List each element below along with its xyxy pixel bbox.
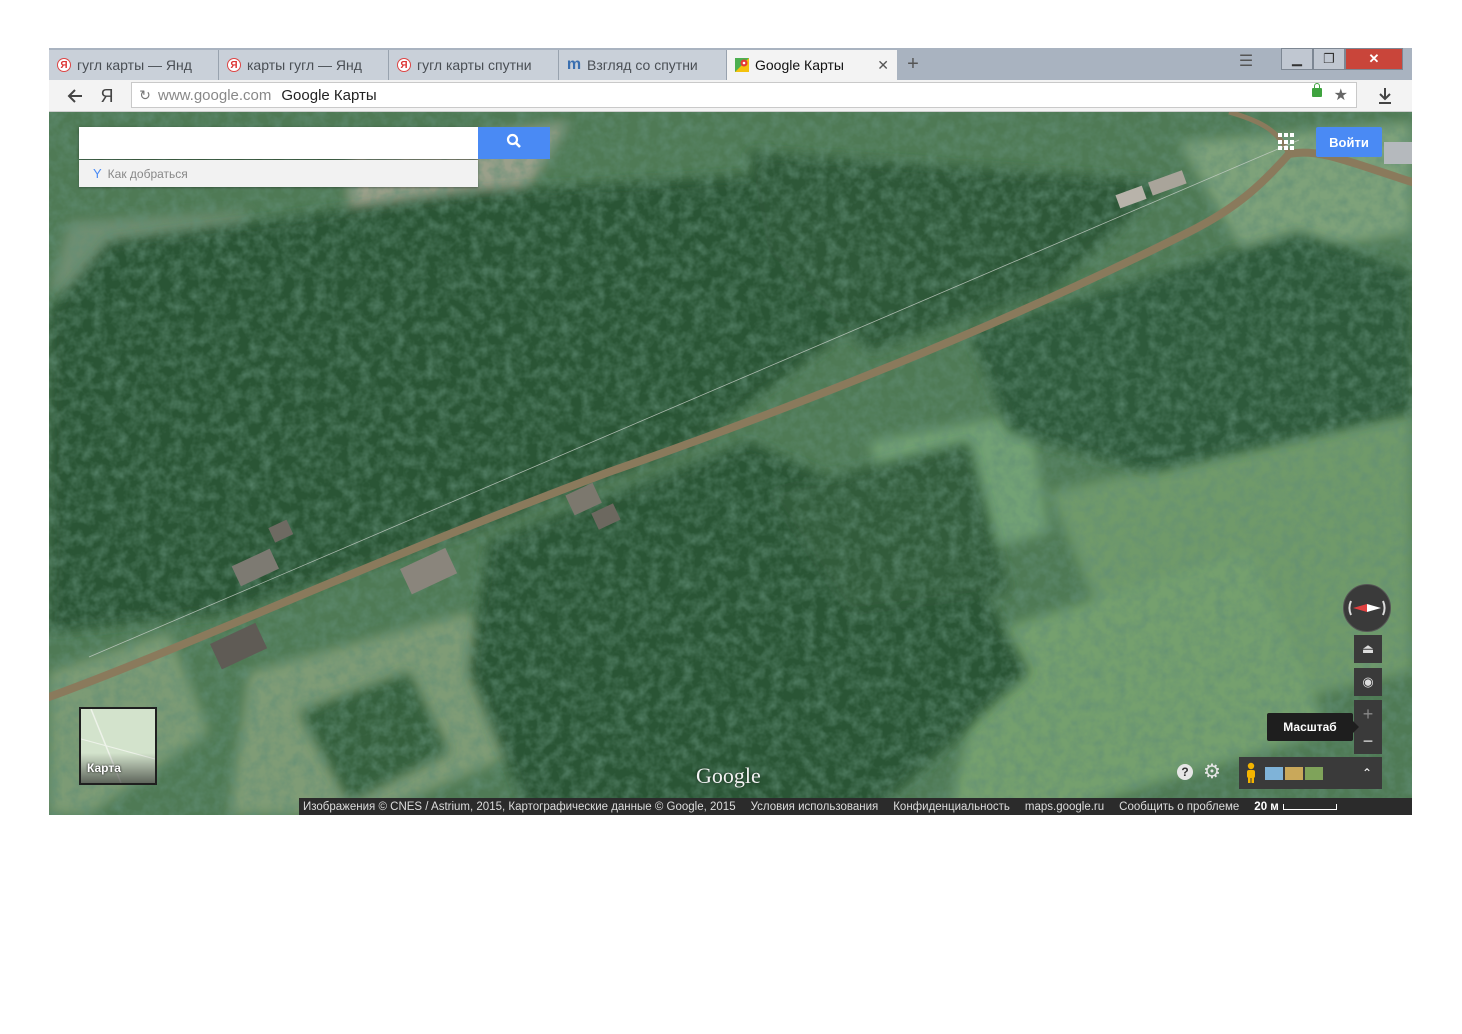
satellite-map[interactable]: Y Как добраться Войти ⏏ ◉ + − Масштаб ? … bbox=[49, 112, 1412, 815]
tab-title: гугл карты спутни bbox=[417, 57, 532, 73]
tab-title: Google Карты bbox=[755, 57, 844, 73]
report-problem-link[interactable]: Сообщить о проблеме bbox=[1119, 801, 1239, 813]
tab-yandex-search-2[interactable]: Я карты гугл — Янд bbox=[219, 50, 389, 80]
expand-up-icon[interactable]: ⌃ bbox=[1362, 766, 1372, 780]
imagery-attribution: Изображения © CNES / Astrium, 2015, Карт… bbox=[303, 800, 736, 813]
mail-m-icon: m bbox=[566, 56, 582, 73]
search-button[interactable] bbox=[478, 127, 550, 159]
search-icon bbox=[506, 133, 522, 154]
tab-yandex-search-3[interactable]: Я гугл карты спутни bbox=[389, 50, 559, 80]
minimize-button[interactable]: ▁ bbox=[1281, 48, 1313, 70]
download-icon[interactable] bbox=[1373, 84, 1397, 108]
maximize-button[interactable]: ❐ bbox=[1313, 48, 1345, 70]
lock-icon[interactable] bbox=[1312, 83, 1322, 97]
tab-satellite-view[interactable]: m Взгляд со спутни bbox=[559, 50, 727, 80]
tab-title: гугл карты — Янд bbox=[77, 57, 192, 73]
yandex-icon: Я bbox=[57, 58, 71, 72]
imagery-thumb-sky[interactable] bbox=[1265, 766, 1283, 780]
tab-title: карты гугл — Янд bbox=[247, 57, 362, 73]
reload-icon[interactable]: ↻ bbox=[132, 87, 158, 104]
google-maps-icon bbox=[735, 58, 749, 72]
url-domain: www.google.com bbox=[158, 86, 272, 104]
scale-label[interactable]: 20 м bbox=[1254, 801, 1279, 813]
yandex-icon: Я bbox=[397, 58, 411, 72]
satellite-imagery bbox=[49, 112, 1412, 815]
browser-menu-icon[interactable]: ☰ bbox=[1233, 52, 1259, 70]
sign-in-button[interactable]: Войти bbox=[1316, 127, 1382, 157]
directions-icon: Y bbox=[93, 166, 102, 181]
yandex-home-button[interactable]: Я bbox=[95, 84, 119, 108]
close-window-button[interactable]: ✕ bbox=[1345, 48, 1403, 70]
url-page-title: Google Карты bbox=[281, 86, 377, 104]
scale-bar[interactable] bbox=[1282, 803, 1337, 810]
imagery-thumb-field[interactable] bbox=[1285, 766, 1303, 780]
google-logo: Google bbox=[696, 763, 761, 788]
tab-google-maps[interactable]: Google Карты ✕ bbox=[727, 50, 897, 80]
zoom-tooltip: Масштаб bbox=[1267, 713, 1359, 741]
privacy-link[interactable]: Конфиденциальность bbox=[893, 801, 1010, 813]
back-arrow-icon[interactable] bbox=[63, 84, 87, 108]
my-location-icon[interactable]: ◉ bbox=[1354, 668, 1382, 696]
bookmark-star-icon[interactable]: ★ bbox=[1334, 85, 1348, 105]
address-bar: Я ↻ www.google.com Google Карты ★ bbox=[49, 80, 1412, 112]
minimap-label: Карта bbox=[87, 761, 121, 775]
map-type-toggle[interactable]: Карта bbox=[79, 707, 157, 785]
imagery-panel: ⌃ bbox=[1239, 757, 1382, 789]
tab-yandex-search-1[interactable]: Я гугл карты — Янд bbox=[49, 50, 219, 80]
terms-link[interactable]: Условия использования bbox=[751, 801, 879, 813]
tab-strip: Я гугл карты — Янд Я карты гугл — Янд Я … bbox=[49, 48, 1412, 80]
yandex-icon: Я bbox=[227, 58, 241, 72]
directions-link[interactable]: Y Как добраться bbox=[79, 160, 478, 187]
gear-icon[interactable]: ⚙ bbox=[1203, 762, 1221, 782]
site-link[interactable]: maps.google.ru bbox=[1025, 801, 1104, 813]
tilt-view-icon[interactable]: ⏏ bbox=[1354, 635, 1382, 663]
directions-label: Как добраться bbox=[107, 166, 188, 181]
pegman-icon[interactable] bbox=[1239, 757, 1263, 789]
apps-grid-icon[interactable] bbox=[1278, 133, 1296, 151]
new-tab-button[interactable]: + bbox=[901, 52, 925, 76]
imagery-thumb-terrain[interactable] bbox=[1305, 766, 1323, 780]
search-input[interactable] bbox=[79, 127, 478, 159]
map-footer: Изображения © CNES / Astrium, 2015, Карт… bbox=[299, 798, 1412, 815]
browser-window: Я гугл карты — Янд Я карты гугл — Янд Я … bbox=[49, 48, 1412, 815]
help-icon[interactable]: ? bbox=[1177, 764, 1193, 780]
tab-title: Взгляд со спутни bbox=[587, 57, 698, 73]
url-field[interactable]: ↻ www.google.com Google Карты ★ bbox=[131, 82, 1357, 108]
compass-icon[interactable] bbox=[1343, 584, 1391, 632]
close-tab-icon[interactable]: ✕ bbox=[877, 57, 889, 74]
window-controls: ▁ ❐ ✕ bbox=[1281, 48, 1403, 72]
